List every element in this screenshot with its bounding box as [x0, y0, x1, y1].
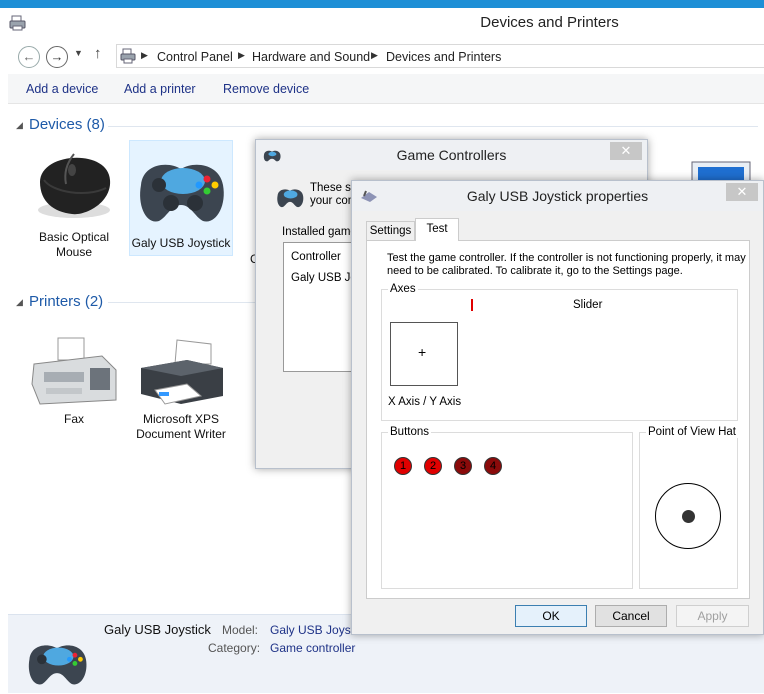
buttons-group: Buttons 1 2 3 4	[381, 426, 633, 589]
apply-button[interactable]: Apply	[676, 605, 749, 627]
column-header-controller[interactable]: Controller	[291, 251, 341, 263]
axes-label: Axes	[388, 283, 418, 295]
breadcrumb-separator-icon: ▶	[141, 50, 148, 60]
pov-hat-label: Point of View Hat	[646, 426, 739, 438]
installed-controllers-label: Installed game	[282, 226, 357, 238]
address-box[interactable]: ▶ Control Panel ▶ Hardware and Sound ▶ D…	[116, 44, 764, 68]
divider	[108, 126, 758, 127]
crosshair-icon: +	[418, 344, 427, 360]
tab-panel: Test the game controller. If the control…	[366, 240, 750, 599]
tab-settings[interactable]: Settings	[366, 221, 415, 240]
printer-icon	[129, 334, 233, 412]
close-button[interactable]: ✕	[726, 183, 758, 201]
window-border	[0, 0, 764, 8]
gamepad-icon	[274, 182, 306, 213]
recent-pages-chevron-icon[interactable]: ▼	[74, 48, 83, 58]
devices-group-header[interactable]: Devices (8)	[29, 116, 105, 133]
controller-button-2: 2	[424, 457, 442, 475]
collapse-printers-icon[interactable]: ◢	[16, 297, 23, 308]
dialog-title: Game Controllers	[396, 147, 507, 163]
gamepad-icon	[130, 141, 232, 236]
xy-axis-label: X Axis / Y Axis	[388, 396, 462, 408]
breadcrumb-hardware-and-sound[interactable]: Hardware and Sound	[252, 50, 370, 64]
info-line-1: Test the game controller. If the control…	[387, 252, 746, 264]
ok-button[interactable]: OK	[515, 605, 587, 627]
back-button[interactable]: ←	[18, 46, 40, 68]
joystick-icon	[360, 189, 378, 206]
dialog-title: Galy USB Joystick properties	[466, 188, 649, 204]
up-arrow-icon[interactable]: ↑	[94, 45, 102, 62]
tab-label: Test	[426, 223, 448, 235]
controller-row[interactable]: Galy USB Jo	[291, 272, 357, 284]
category-value: Game controller	[270, 641, 356, 655]
axes-group: Axes Slider + X Axis / Y Axis	[381, 283, 738, 421]
add-device-button[interactable]: Add a device	[26, 82, 98, 96]
command-bar: Add a device Add a printer Remove device	[8, 74, 764, 104]
control-panel-icon	[120, 48, 136, 67]
cancel-button[interactable]: Cancel	[595, 605, 667, 627]
controller-button-1: 1	[394, 457, 412, 475]
dialog-title-bar: Game Controllers	[256, 140, 647, 170]
details-device-name: Galy USB Joystick	[104, 622, 211, 637]
breadcrumb-control-panel[interactable]: Control Panel	[157, 50, 233, 64]
gamepad-icon	[262, 148, 282, 165]
pov-hat-center-dot	[682, 510, 695, 523]
close-button[interactable]: ✕	[610, 142, 642, 160]
info-line-2: need to be calibrated. To calibrate it, …	[387, 265, 683, 277]
slider-label: Slider	[573, 299, 603, 311]
address-bar: ← → ▼ ↑ ▶ Control Panel ▶ Hardware and S…	[8, 42, 764, 70]
device-label: Basic Optical Mouse	[38, 230, 110, 259]
device-galy-usb-joystick[interactable]: Galy USB Joystick	[129, 140, 233, 256]
device-microsoft-xps-document-writer[interactable]: Microsoft XPS Document Writer	[129, 334, 233, 454]
device-basic-optical-mouse[interactable]: Basic Optical Mouse	[22, 140, 126, 260]
slider-indicator	[471, 299, 473, 311]
add-printer-button[interactable]: Add a printer	[124, 82, 196, 96]
joystick-properties-dialog: Galy USB Joystick properties ✕ Settings …	[351, 180, 764, 635]
model-label: Model:	[222, 623, 259, 637]
window-title: Devices and Printers	[480, 14, 619, 31]
dialog-title-bar: Galy USB Joystick properties	[352, 181, 763, 211]
pov-hat-circle	[655, 483, 721, 549]
controller-button-3: 3	[454, 457, 472, 475]
forward-button[interactable]: →	[46, 46, 68, 68]
title-bar: Devices and Printers	[0, 8, 764, 38]
controller-button-4: 4	[484, 457, 502, 475]
tab-label: Settings	[369, 225, 412, 237]
gamepad-icon	[22, 629, 92, 694]
pov-hat-group: Point of View Hat	[639, 426, 739, 589]
category-label: Category:	[208, 641, 261, 655]
collapse-devices-icon[interactable]: ◢	[16, 120, 23, 131]
xy-axis-box: +	[390, 322, 458, 386]
tab-test[interactable]: Test	[415, 218, 459, 241]
device-label: Fax	[63, 412, 84, 426]
fax-icon	[22, 334, 126, 412]
device-label: Galy USB Joystick	[131, 236, 231, 250]
breadcrumb-devices-and-printers[interactable]: Devices and Printers	[386, 50, 501, 64]
printers-group-header[interactable]: Printers (2)	[29, 293, 103, 310]
buttons-label: Buttons	[388, 426, 431, 438]
remove-device-button[interactable]: Remove device	[223, 82, 309, 96]
device-label: Microsoft XPS Document Writer	[136, 412, 226, 441]
breadcrumb-separator-icon: ▶	[238, 50, 245, 60]
breadcrumb-separator-icon: ▶	[371, 50, 378, 60]
device-fax[interactable]: Fax	[22, 334, 126, 434]
mouse-icon	[22, 140, 126, 230]
